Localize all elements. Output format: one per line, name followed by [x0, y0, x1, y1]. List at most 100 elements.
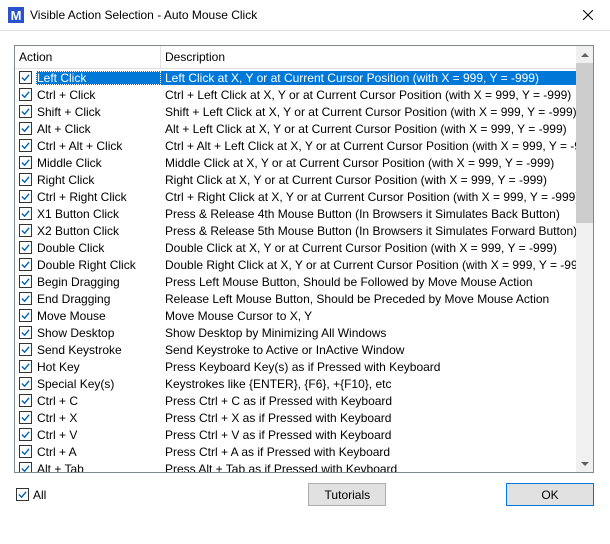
checkbox-cell [15, 360, 36, 373]
checkbox-cell [15, 122, 36, 135]
list-row[interactable]: X1 Button ClickPress & Release 4th Mouse… [15, 205, 576, 222]
row-checkbox[interactable] [19, 292, 32, 305]
row-checkbox[interactable] [19, 241, 32, 254]
row-checkbox[interactable] [19, 343, 32, 356]
row-checkbox[interactable] [19, 326, 32, 339]
description-cell: Press & Release 4th Mouse Button (In Bro… [161, 207, 576, 221]
list-row[interactable]: Show DesktopShow Desktop by Minimizing A… [15, 324, 576, 341]
tutorials-button[interactable]: Tutorials [308, 483, 386, 506]
list-row[interactable]: Shift + ClickShift + Left Click at X, Y … [15, 103, 576, 120]
scroll-down-button[interactable] [576, 455, 593, 472]
list-row[interactable]: Begin DraggingPress Left Mouse Button, S… [15, 273, 576, 290]
row-checkbox[interactable] [19, 88, 32, 101]
list-row[interactable]: Double Right ClickDouble Right Click at … [15, 256, 576, 273]
list-row[interactable]: Send KeystrokeSend Keystroke to Active o… [15, 341, 576, 358]
checkbox-cell [15, 377, 36, 390]
action-cell: Left Click [36, 71, 161, 85]
row-checkbox[interactable] [19, 105, 32, 118]
list-body: Left ClickLeft Click at X, Y or at Curre… [15, 69, 576, 472]
checkbox-cell [15, 139, 36, 152]
description-cell: Release Left Mouse Button, Should be Pre… [161, 292, 576, 306]
action-cell: Shift + Click [36, 105, 161, 119]
checkbox-cell [15, 207, 36, 220]
list-row[interactable]: Double ClickDouble Click at X, Y or at C… [15, 239, 576, 256]
row-checkbox[interactable] [19, 71, 32, 84]
description-cell: Press & Release 5th Mouse Button (In Bro… [161, 224, 576, 238]
chevron-up-icon [581, 51, 589, 59]
close-icon [583, 10, 593, 20]
row-checkbox[interactable] [19, 462, 32, 472]
description-cell: Double Click at X, Y or at Current Curso… [161, 241, 576, 255]
footer-row: All Tutorials OK [14, 483, 596, 506]
row-checkbox[interactable] [19, 411, 32, 424]
action-cell: Alt + Tab [36, 462, 161, 473]
list-row[interactable]: Alt + ClickAlt + Left Click at X, Y or a… [15, 120, 576, 137]
vertical-scrollbar[interactable] [576, 46, 593, 472]
content-area: Action Description Left ClickLeft Click … [0, 31, 610, 516]
header-action[interactable]: Action [15, 46, 161, 68]
row-checkbox[interactable] [19, 377, 32, 390]
scroll-thumb[interactable] [576, 63, 593, 223]
row-checkbox[interactable] [19, 173, 32, 186]
list-row[interactable]: Ctrl + APress Ctrl + A as if Pressed wit… [15, 443, 576, 460]
action-cell: Ctrl + Click [36, 88, 161, 102]
row-checkbox[interactable] [19, 275, 32, 288]
list-row[interactable]: Special Key(s)Keystrokes like {ENTER}, {… [15, 375, 576, 392]
action-cell: Show Desktop [36, 326, 161, 340]
header-description[interactable]: Description [161, 46, 593, 68]
description-cell: Press Ctrl + C as if Pressed with Keyboa… [161, 394, 576, 408]
checkbox-cell [15, 445, 36, 458]
titlebar: M Visible Action Selection - Auto Mouse … [0, 0, 610, 31]
description-cell: Left Click at X, Y or at Current Cursor … [161, 71, 576, 85]
action-cell: X2 Button Click [36, 224, 161, 238]
list-row[interactable]: Ctrl + XPress Ctrl + X as if Pressed wit… [15, 409, 576, 426]
row-checkbox[interactable] [19, 309, 32, 322]
all-checkbox[interactable] [16, 488, 29, 501]
list-row[interactable]: Alt + TabPress Alt + Tab as if Pressed w… [15, 460, 576, 472]
list-row[interactable]: End DraggingRelease Left Mouse Button, S… [15, 290, 576, 307]
list-row[interactable]: Ctrl + VPress Ctrl + V as if Pressed wit… [15, 426, 576, 443]
close-button[interactable] [565, 0, 610, 31]
checkbox-cell [15, 156, 36, 169]
checkbox-cell [15, 309, 36, 322]
action-list: Action Description Left ClickLeft Click … [14, 45, 594, 473]
description-cell: Ctrl + Left Click at X, Y or at Current … [161, 88, 576, 102]
row-checkbox[interactable] [19, 394, 32, 407]
list-row[interactable]: Left ClickLeft Click at X, Y or at Curre… [15, 69, 576, 86]
list-row[interactable]: Ctrl + ClickCtrl + Left Click at X, Y or… [15, 86, 576, 103]
row-checkbox[interactable] [19, 258, 32, 271]
list-row[interactable]: Middle ClickMiddle Click at X, Y or at C… [15, 154, 576, 171]
description-cell: Keystrokes like {ENTER}, {F6}, +{F10}, e… [161, 377, 576, 391]
list-row[interactable]: Ctrl + Alt + ClickCtrl + Alt + Left Clic… [15, 137, 576, 154]
list-row[interactable]: Ctrl + CPress Ctrl + C as if Pressed wit… [15, 392, 576, 409]
checkbox-cell [15, 258, 36, 271]
description-cell: Middle Click at X, Y or at Current Curso… [161, 156, 576, 170]
row-checkbox[interactable] [19, 139, 32, 152]
row-checkbox[interactable] [19, 207, 32, 220]
row-checkbox[interactable] [19, 156, 32, 169]
list-row[interactable]: X2 Button ClickPress & Release 5th Mouse… [15, 222, 576, 239]
checkbox-cell [15, 71, 36, 84]
row-checkbox[interactable] [19, 122, 32, 135]
row-checkbox[interactable] [19, 190, 32, 203]
description-cell: Show Desktop by Minimizing All Windows [161, 326, 576, 340]
scroll-up-button[interactable] [576, 46, 593, 63]
row-checkbox[interactable] [19, 428, 32, 441]
checkbox-cell [15, 173, 36, 186]
description-cell: Send Keystroke to Active or InActive Win… [161, 343, 576, 357]
list-row[interactable]: Right ClickRight Click at X, Y or at Cur… [15, 171, 576, 188]
chevron-down-icon [581, 460, 589, 468]
row-checkbox[interactable] [19, 360, 32, 373]
all-checkbox-container[interactable]: All [16, 488, 46, 502]
description-cell: Press Ctrl + V as if Pressed with Keyboa… [161, 428, 576, 442]
description-cell: Press Left Mouse Button, Should be Follo… [161, 275, 576, 289]
checkbox-cell [15, 275, 36, 288]
row-checkbox[interactable] [19, 224, 32, 237]
list-row[interactable]: Hot KeyPress Keyboard Key(s) as if Press… [15, 358, 576, 375]
list-row[interactable]: Move MouseMove Mouse Cursor to X, Y [15, 307, 576, 324]
action-cell: Hot Key [36, 360, 161, 374]
checkbox-cell [15, 105, 36, 118]
ok-button[interactable]: OK [506, 483, 594, 506]
list-row[interactable]: Ctrl + Right ClickCtrl + Right Click at … [15, 188, 576, 205]
row-checkbox[interactable] [19, 445, 32, 458]
